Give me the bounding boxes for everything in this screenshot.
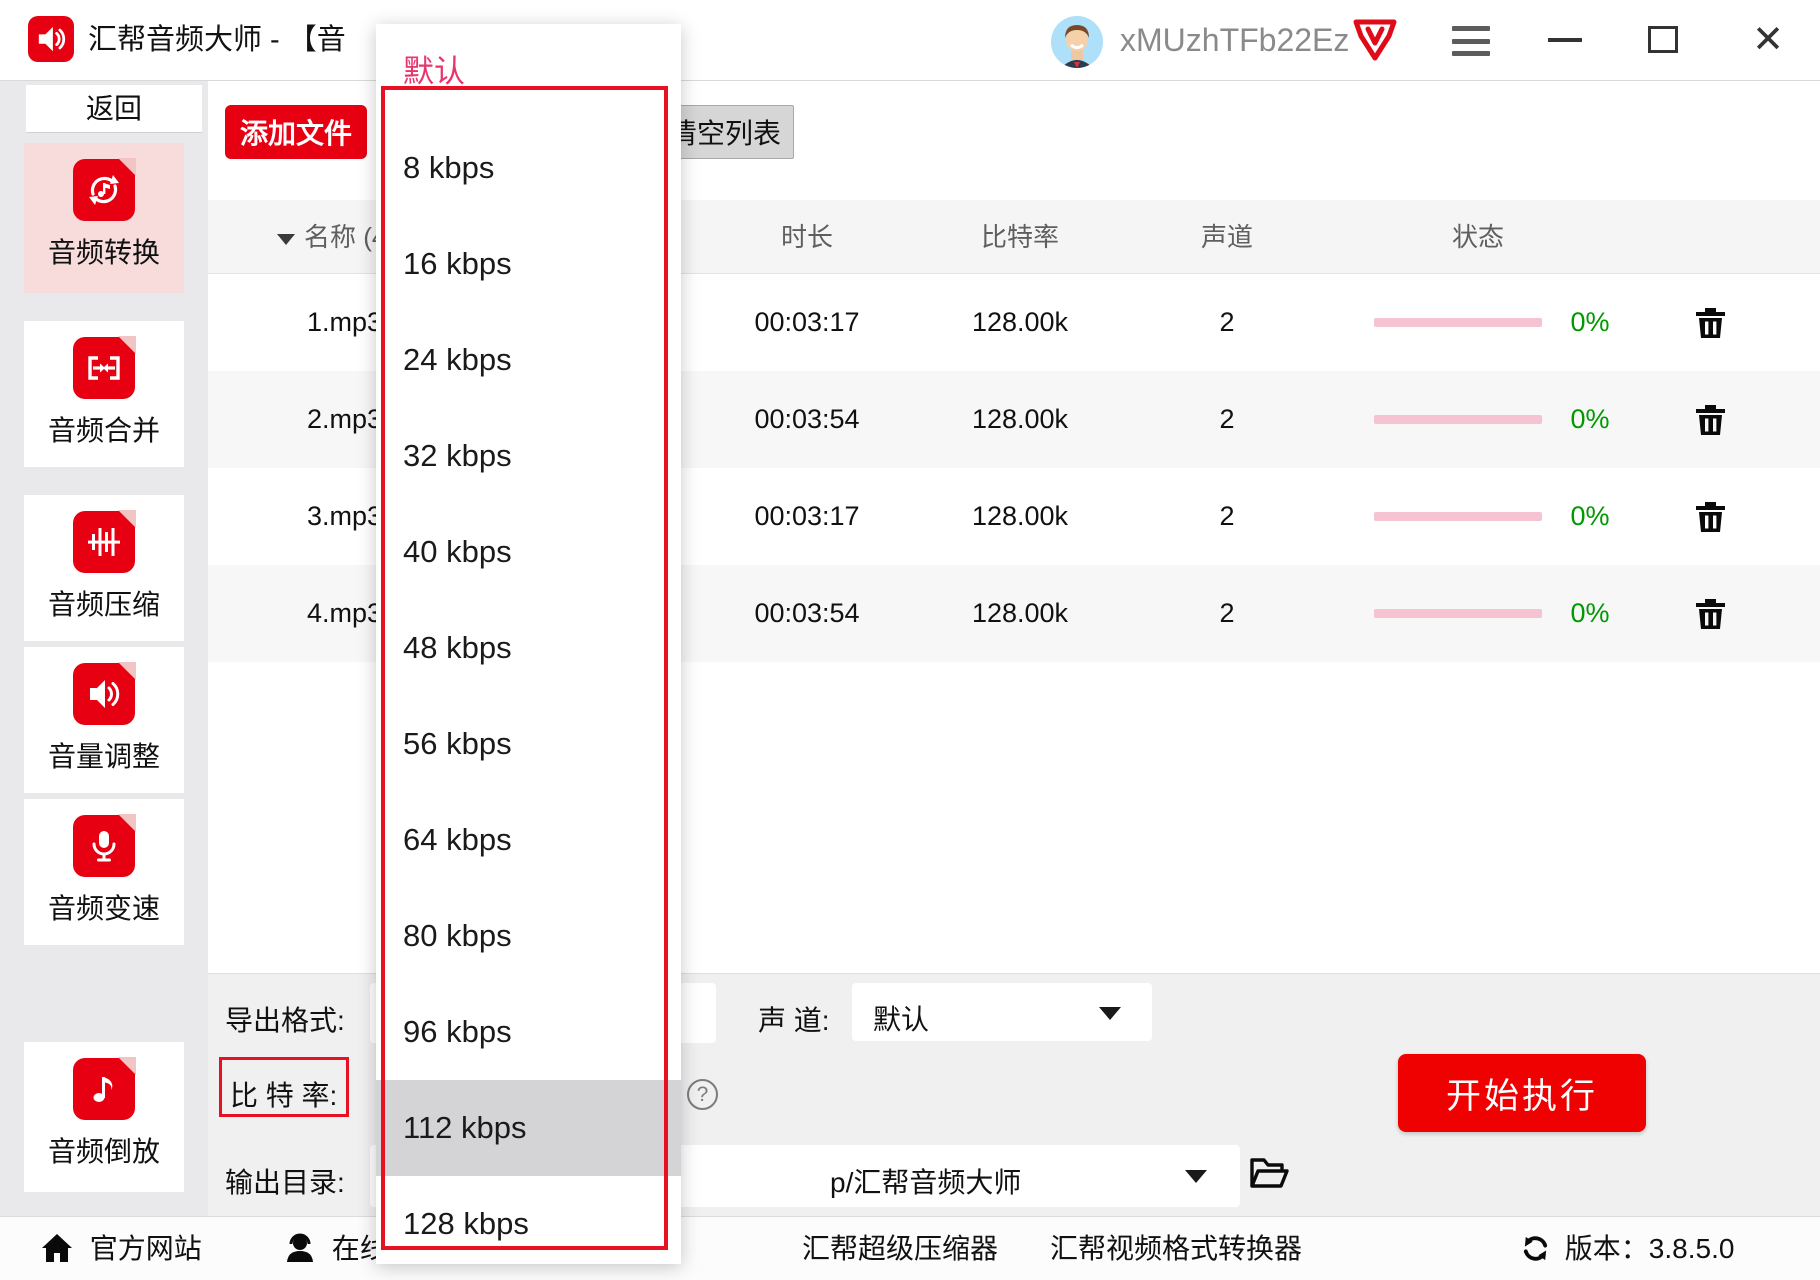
column-header-channels: 声道 <box>1127 200 1327 274</box>
sidebar-item-label: 音频压缩 <box>48 583 160 623</box>
video-converter-link[interactable]: 汇帮视频格式转换器 <box>1050 1217 1302 1280</box>
dropdown-option[interactable]: 56 kbps <box>376 696 681 792</box>
dropdown-option[interactable]: 16 kbps <box>376 216 681 312</box>
minimize-icon[interactable] <box>1548 38 1582 42</box>
column-header-duration: 时长 <box>707 200 907 274</box>
hamburger-menu-icon[interactable] <box>1452 26 1490 56</box>
add-file-button[interactable]: 添加文件 <box>225 105 367 159</box>
audio-reverse-icon <box>73 1058 135 1120</box>
sidebar-item-label: 音频变速 <box>48 887 160 927</box>
sidebar-item-label: 音频合并 <box>48 409 160 449</box>
file-name: 2.mp3 <box>307 371 382 468</box>
file-channels: 2 <box>1127 468 1327 565</box>
bitrate-annotation-box <box>219 1057 349 1117</box>
refresh-icon <box>1520 1233 1551 1264</box>
progress-bar <box>1374 415 1542 424</box>
username[interactable]: xMUzhTFb22Ez <box>1120 0 1349 80</box>
audio-compress-icon <box>73 511 135 573</box>
dropdown-option-selected[interactable]: 112 kbps <box>376 1080 681 1176</box>
dropdown-option[interactable]: 8 kbps <box>376 120 681 216</box>
app-logo-speaker-icon <box>28 16 74 62</box>
output-directory-label: 输出目录: <box>225 1161 345 1201</box>
official-site-link[interactable]: 官方网站 <box>40 1217 202 1280</box>
dropdown-option[interactable]: 128 kbps <box>376 1176 681 1272</box>
app-title: 汇帮音频大师 - 【音 <box>88 0 346 80</box>
back-button[interactable]: 返回 <box>26 85 202 133</box>
progress-percent: 0% <box>1538 371 1642 468</box>
vip-badge-icon[interactable] <box>1352 18 1398 62</box>
audio-speed-icon <box>73 815 135 877</box>
audio-merge-icon <box>73 337 135 399</box>
trash-icon[interactable] <box>1693 499 1728 534</box>
headset-icon <box>284 1232 316 1264</box>
export-format-label: 导出格式: <box>225 999 345 1039</box>
sidebar-item-volume-adjust[interactable]: 音量调整 <box>24 647 184 793</box>
maximize-icon[interactable] <box>1648 26 1678 53</box>
dropdown-option[interactable]: 48 kbps <box>376 600 681 696</box>
file-bitrate: 128.00k <box>920 468 1120 565</box>
channel-select-value: 默认 <box>873 998 929 1038</box>
file-bitrate: 128.00k <box>920 565 1120 662</box>
dropdown-option[interactable]: 32 kbps <box>376 408 681 504</box>
file-bitrate: 128.00k <box>920 371 1120 468</box>
start-execute-button[interactable]: 开始执行 <box>1398 1054 1646 1132</box>
volume-adjust-icon <box>73 663 135 725</box>
dropdown-option[interactable]: 80 kbps <box>376 888 681 984</box>
version-info[interactable]: 版本：3.8.5.0 <box>1520 1217 1734 1280</box>
dropdown-option[interactable]: 64 kbps <box>376 792 681 888</box>
file-channels: 2 <box>1127 274 1327 371</box>
sidebar-item-label: 音量调整 <box>48 735 160 775</box>
dropdown-option-default[interactable]: 默认 <box>376 24 681 120</box>
output-directory-value: p/汇帮音频大师 <box>830 1161 1021 1201</box>
question-circle-icon[interactable]: ? <box>687 1079 718 1110</box>
bitrate-dropdown-list: 默认 8 kbps 16 kbps 24 kbps 32 kbps 40 kbp… <box>376 24 681 1264</box>
channel-label: 声 道: <box>758 999 830 1039</box>
audio-convert-icon <box>73 159 135 221</box>
sort-descending-icon <box>277 234 295 245</box>
file-name: 1.mp3 <box>307 274 382 371</box>
status-bar: 官方网站 在线客服 汇帮超级压缩器 汇帮视频格式转换器 版本：3.8.5.0 <box>0 1216 1820 1280</box>
progress-percent: 0% <box>1538 468 1642 565</box>
chevron-down-icon <box>1099 1007 1121 1020</box>
progress-bar <box>1374 318 1542 327</box>
file-duration: 00:03:17 <box>707 468 907 565</box>
file-duration: 00:03:54 <box>707 371 907 468</box>
sidebar: 返回 音频转换 音频合并 <box>0 80 208 1216</box>
progress-percent: 0% <box>1538 274 1642 371</box>
file-name: 4.mp3 <box>307 565 382 662</box>
trash-icon[interactable] <box>1693 305 1728 340</box>
super-compressor-link[interactable]: 汇帮超级压缩器 <box>802 1217 998 1280</box>
file-duration: 00:03:54 <box>707 565 907 662</box>
sidebar-item-audio-reverse[interactable]: 音频倒放 <box>24 1042 184 1192</box>
dropdown-option[interactable]: 96 kbps <box>376 984 681 1080</box>
sidebar-item-audio-convert[interactable]: 音频转换 <box>24 143 184 293</box>
sidebar-item-audio-speed[interactable]: 音频变速 <box>24 799 184 945</box>
sidebar-item-label: 音频倒放 <box>48 1130 160 1170</box>
file-channels: 2 <box>1127 371 1327 468</box>
chevron-down-icon <box>1185 1170 1207 1183</box>
column-header-bitrate: 比特率 <box>920 200 1120 274</box>
progress-percent: 0% <box>1538 565 1642 662</box>
sidebar-item-audio-merge[interactable]: 音频合并 <box>24 321 184 467</box>
file-name: 3.mp3 <box>307 468 382 565</box>
file-bitrate: 128.00k <box>920 274 1120 371</box>
user-avatar[interactable] <box>1051 16 1103 68</box>
file-channels: 2 <box>1127 565 1327 662</box>
channel-select[interactable]: 默认 <box>852 983 1152 1041</box>
trash-icon[interactable] <box>1693 596 1728 631</box>
open-folder-icon[interactable] <box>1248 1154 1290 1190</box>
close-icon[interactable]: ✕ <box>1748 18 1788 62</box>
home-icon <box>40 1232 74 1264</box>
trash-icon[interactable] <box>1693 402 1728 437</box>
progress-bar <box>1374 609 1542 618</box>
column-header-status: 状态 <box>1378 200 1578 274</box>
sidebar-item-label: 音频转换 <box>48 231 160 271</box>
dropdown-option[interactable]: 40 kbps <box>376 504 681 600</box>
progress-bar <box>1374 512 1542 521</box>
title-bar: 汇帮音频大师 - 【音 xMUzhTFb22Ez ✕ <box>0 0 1820 80</box>
sidebar-item-audio-compress[interactable]: 音频压缩 <box>24 495 184 641</box>
file-duration: 00:03:17 <box>707 274 907 371</box>
dropdown-option[interactable]: 24 kbps <box>376 312 681 408</box>
